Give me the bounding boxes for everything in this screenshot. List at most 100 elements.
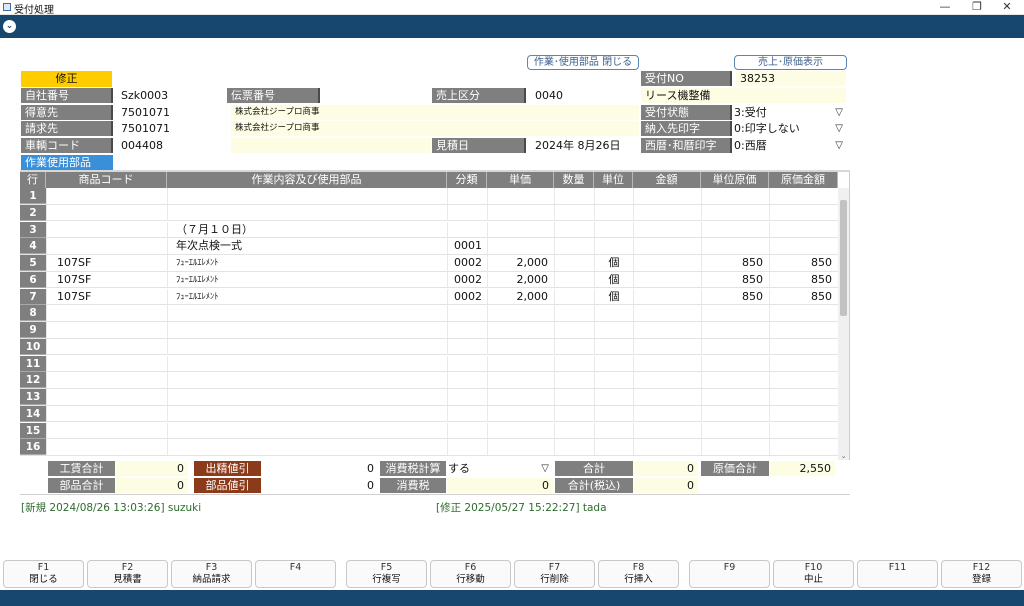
cell-desc[interactable] (167, 338, 447, 355)
cell-cat[interactable] (447, 204, 487, 221)
cell-unit[interactable] (594, 389, 633, 405)
cell-code[interactable] (46, 322, 167, 338)
cell-price[interactable] (487, 322, 554, 338)
cell-ucost[interactable]: 850 (701, 255, 769, 271)
cell-cost[interactable] (769, 372, 838, 389)
cell-cat[interactable] (447, 372, 487, 389)
cell-cost[interactable] (769, 439, 838, 456)
cell-amt[interactable] (633, 355, 701, 372)
dropdown-arrow-icon[interactable]: ▽ (835, 105, 843, 120)
cell-code[interactable]: 107SF (46, 255, 167, 271)
cell-desc[interactable]: ﾌｭｰｴﾙｴﾚﾒﾝﾄ (167, 288, 447, 305)
cell-qty[interactable] (554, 204, 594, 221)
table-row[interactable]: 3 （７月１０日） (20, 221, 838, 239)
cell-price[interactable] (487, 405, 554, 422)
cell-amt[interactable] (633, 305, 701, 322)
nonyu-select[interactable]: 0:印字しない ▽ (733, 121, 846, 136)
cell-qty[interactable] (554, 288, 594, 305)
seireki-select[interactable]: 0:西暦 ▽ (733, 138, 846, 153)
cell-qty[interactable] (554, 322, 594, 338)
row-number[interactable]: 16 (20, 439, 46, 456)
cell-amt[interactable] (633, 255, 701, 271)
cell-amt[interactable] (633, 338, 701, 355)
cell-qty[interactable] (554, 221, 594, 238)
tax-calc-select[interactable]: する ▽ (447, 461, 553, 476)
show-cost-button[interactable]: 売上･原価表示 (734, 55, 847, 70)
cell-qty[interactable] (554, 255, 594, 271)
cell-desc[interactable] (167, 322, 447, 338)
table-row[interactable]: 4 年次点検一式 0001 (20, 238, 838, 255)
cell-cat[interactable] (447, 188, 487, 204)
cell-amt[interactable] (633, 372, 701, 389)
cell-code[interactable] (46, 238, 167, 255)
cell-unit[interactable] (594, 188, 633, 204)
cell-cost[interactable] (769, 221, 838, 238)
cell-qty[interactable] (554, 188, 594, 204)
cell-ucost[interactable] (701, 422, 769, 439)
cell-price[interactable] (487, 389, 554, 405)
cell-qty[interactable] (554, 238, 594, 255)
row-number[interactable]: 14 (20, 405, 46, 422)
fkey-f2-button[interactable]: F2 見積書 (87, 560, 168, 588)
cell-price[interactable] (487, 221, 554, 238)
cell-cat[interactable] (447, 338, 487, 355)
table-row[interactable]: 16 (20, 439, 838, 456)
cell-qty[interactable] (554, 305, 594, 322)
cell-qty[interactable] (554, 422, 594, 439)
cell-unit[interactable] (594, 405, 633, 422)
cell-cat[interactable] (447, 439, 487, 456)
cell-cost[interactable]: 850 (769, 255, 838, 271)
cell-unit[interactable]: 個 (594, 271, 633, 288)
cell-amt[interactable] (633, 221, 701, 238)
row-number[interactable]: 7 (20, 288, 46, 305)
lease-field[interactable]: リース機整備 (641, 88, 846, 103)
cell-code[interactable]: 107SF (46, 288, 167, 305)
cell-cost[interactable] (769, 188, 838, 204)
cell-price[interactable] (487, 439, 554, 456)
cell-cost[interactable] (769, 355, 838, 372)
cell-code[interactable] (46, 389, 167, 405)
fkey-f3-button[interactable]: F3 納品請求 (171, 560, 252, 588)
cell-ucost[interactable] (701, 305, 769, 322)
cell-ucost[interactable] (701, 221, 769, 238)
cell-desc[interactable] (167, 405, 447, 422)
cell-desc[interactable] (167, 389, 447, 405)
table-row[interactable]: 9 (20, 322, 838, 339)
shusei-field[interactable]: 0 (262, 461, 378, 476)
tokui-name-field[interactable]: 株式会社ジープロ商事 (231, 105, 527, 120)
fkey-f7-button[interactable]: F7 行削除 (514, 560, 595, 588)
cell-price[interactable] (487, 338, 554, 355)
fkey-f10-button[interactable]: F10 中止 (773, 560, 854, 588)
cell-code[interactable] (46, 204, 167, 221)
seikyu-name-field[interactable]: 株式会社ジープロ商事 (231, 121, 527, 136)
cell-qty[interactable] (554, 389, 594, 405)
maximize-icon[interactable]: ❐ (962, 0, 992, 14)
mitsumori-field[interactable]: 2024年 8月26日 (531, 138, 639, 153)
cell-cat[interactable]: 0002 (447, 271, 487, 288)
cell-qty[interactable] (554, 372, 594, 389)
cell-code[interactable] (46, 221, 167, 238)
cell-unit[interactable]: 個 (594, 288, 633, 305)
table-row[interactable]: 2 (20, 204, 838, 222)
cell-code[interactable] (46, 188, 167, 204)
cell-cat[interactable] (447, 355, 487, 372)
table-row[interactable]: 12 (20, 372, 838, 389)
cell-unit[interactable] (594, 305, 633, 322)
cell-cost[interactable] (769, 305, 838, 322)
dropdown-arrow-icon[interactable]: ▽ (835, 138, 843, 153)
cell-cost[interactable] (769, 238, 838, 255)
cell-unit[interactable] (594, 355, 633, 372)
cell-ucost[interactable] (701, 188, 769, 204)
cell-qty[interactable] (554, 271, 594, 288)
cell-code[interactable] (46, 372, 167, 389)
cell-unit[interactable] (594, 422, 633, 439)
row-number[interactable]: 9 (20, 322, 46, 338)
cell-cat[interactable]: 0002 (447, 288, 487, 305)
cell-qty[interactable] (554, 355, 594, 372)
scroll-down-icon[interactable]: ⌄ (839, 452, 848, 460)
cell-code[interactable] (46, 338, 167, 355)
row-number[interactable]: 12 (20, 372, 46, 389)
cell-unit[interactable] (594, 204, 633, 221)
table-row[interactable]: 6 107SF ﾌｭｰｴﾙｴﾚﾒﾝﾄ 0002 2,000 個 850 850 (20, 271, 838, 289)
cell-cat[interactable] (447, 422, 487, 439)
